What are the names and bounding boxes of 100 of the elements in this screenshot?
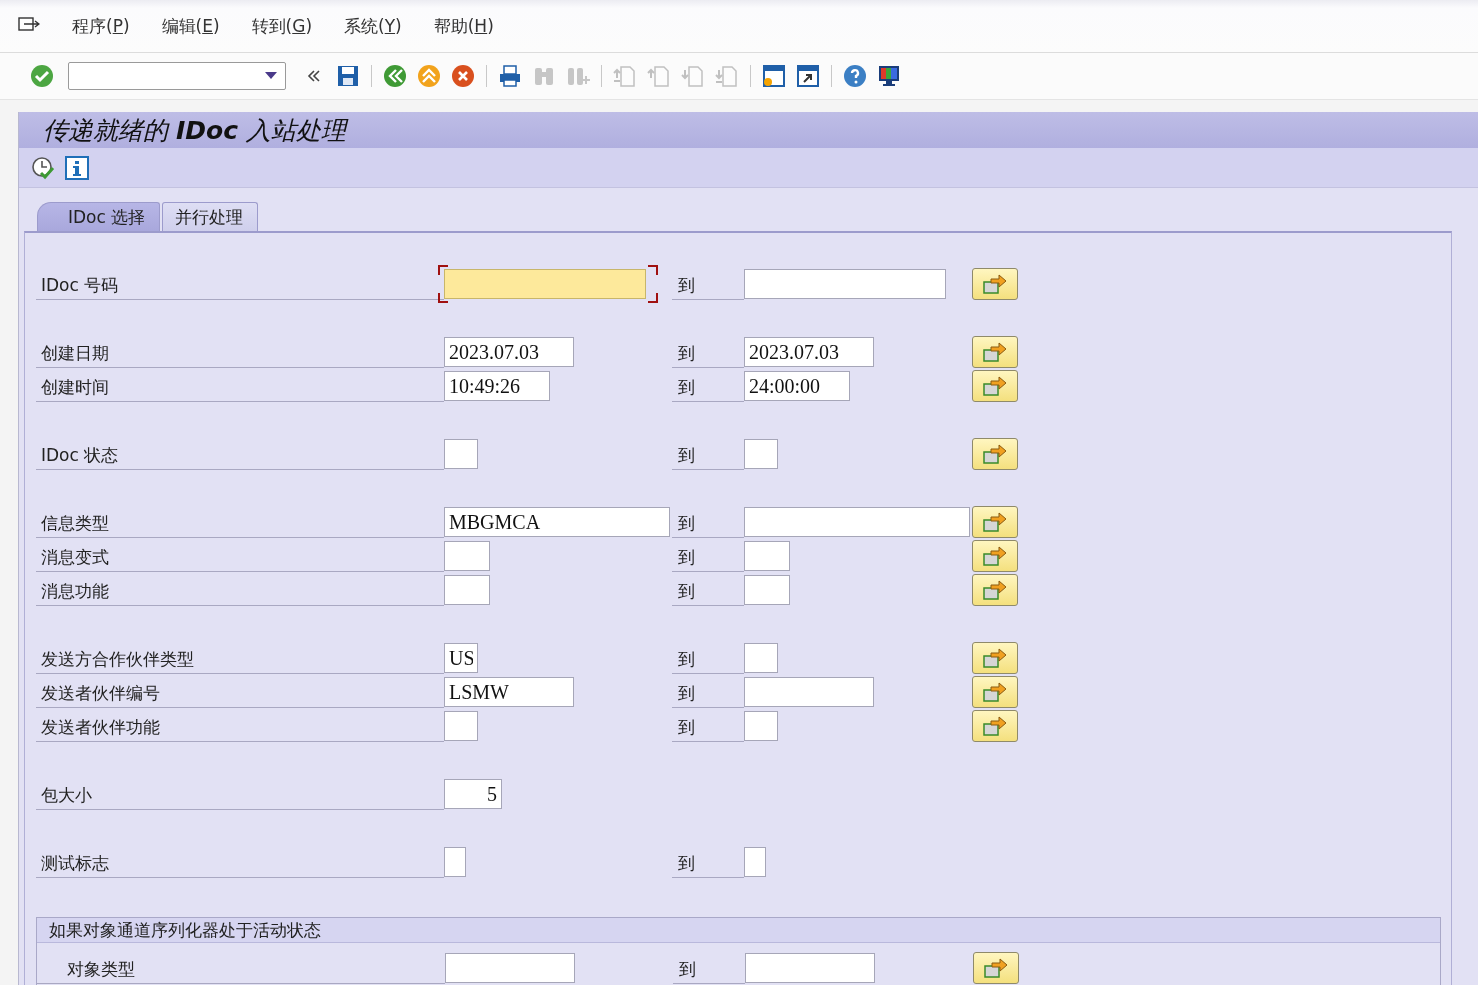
multiple-selection-icon	[982, 715, 1008, 737]
range-label: 到	[678, 851, 695, 875]
menu-item[interactable]: 帮助(H)	[433, 14, 494, 38]
menu-item[interactable]: 程序(P)	[72, 14, 130, 38]
input-field[interactable]: 5	[444, 779, 502, 809]
input-field[interactable]	[744, 677, 874, 707]
input-field[interactable]	[744, 711, 778, 741]
input-field[interactable]: 2023.07.03	[744, 337, 874, 367]
menu-item[interactable]: 转到(G)	[251, 14, 313, 38]
page-down-icon	[715, 64, 739, 88]
input-field[interactable]	[444, 541, 490, 571]
menu-item[interactable]: 系统(Y)	[344, 14, 402, 38]
cancel-icon	[451, 64, 475, 88]
input-field[interactable]	[744, 575, 790, 605]
field-label: 创建时间	[41, 375, 109, 399]
input-field[interactable]	[744, 269, 946, 299]
input-field[interactable]: MBGMCA	[444, 507, 670, 537]
multiple-selection-button[interactable]	[972, 676, 1018, 708]
field-label: 消息功能	[41, 579, 109, 603]
range-label: 到	[678, 579, 695, 603]
multiple-selection-button[interactable]	[972, 438, 1018, 470]
multiple-selection-button[interactable]	[972, 642, 1018, 674]
input-field[interactable]	[744, 541, 790, 571]
double-chevron-icon	[307, 69, 321, 83]
save-icon	[336, 64, 360, 88]
input-field[interactable]: US	[444, 643, 478, 673]
input-field[interactable]: 2023.07.03	[444, 337, 574, 367]
shortcut-icon	[796, 64, 820, 88]
field-label: IDoc 状态	[41, 443, 119, 467]
range-label: 到	[678, 375, 695, 399]
focus-corner-icon	[648, 293, 658, 303]
field-label: 创建日期	[41, 341, 109, 365]
field-label: IDoc 号码	[41, 273, 119, 297]
range-label: 到	[678, 545, 695, 569]
exit-icon	[417, 64, 441, 88]
input-field[interactable]	[444, 439, 478, 469]
range-label: 到	[678, 341, 695, 365]
input-field[interactable]	[744, 847, 766, 877]
page-up-icon	[647, 64, 671, 88]
multiple-selection-button[interactable]	[972, 710, 1018, 742]
input-field[interactable]	[444, 269, 646, 299]
page-down-icon	[681, 64, 705, 88]
page-up-icon	[613, 64, 637, 88]
input-field[interactable]: 24:00:00	[744, 371, 850, 401]
field-label: 发送方合作伙伴类型	[41, 647, 194, 671]
tab[interactable]: IDoc 选择	[37, 202, 161, 231]
multiple-selection-icon	[983, 957, 1009, 979]
range-label: 到	[679, 957, 696, 981]
check-icon	[30, 64, 54, 88]
range-label: 到	[678, 681, 695, 705]
range-label: 到	[678, 511, 695, 535]
multiple-selection-icon	[982, 545, 1008, 567]
field-label: 测试标志	[41, 851, 109, 875]
field-label: 发送者伙伴功能	[41, 715, 160, 739]
multiple-selection-button[interactable]	[972, 268, 1018, 300]
multiple-selection-button[interactable]	[972, 506, 1018, 538]
section-title: 如果对象通道序列化器处于活动状态	[49, 918, 321, 942]
input-field[interactable]	[744, 643, 778, 673]
range-label: 到	[678, 715, 695, 739]
command-field[interactable]	[68, 62, 286, 90]
field-label: 发送者伙伴编号	[41, 681, 160, 705]
multiple-selection-icon	[982, 511, 1008, 533]
range-label: 到	[678, 273, 695, 297]
multiple-selection-button[interactable]	[972, 370, 1018, 402]
input-field[interactable]	[745, 953, 875, 983]
new-window-icon	[762, 64, 786, 88]
multiple-selection-icon	[982, 273, 1008, 295]
info-icon	[65, 155, 89, 180]
multiple-selection-button[interactable]	[973, 952, 1019, 984]
monitor-icon	[877, 64, 901, 88]
input-field[interactable]	[744, 507, 970, 537]
multiple-selection-icon	[982, 579, 1008, 601]
dropdown-caret-icon	[265, 72, 277, 80]
range-label: 到	[678, 443, 695, 467]
field-label: 信息类型	[41, 511, 109, 535]
input-field[interactable]	[444, 575, 490, 605]
range-label: 到	[678, 647, 695, 671]
field-label: 消息变式	[41, 545, 109, 569]
tab[interactable]: 并行处理	[162, 202, 259, 231]
input-field[interactable]: LSMW	[444, 677, 574, 707]
input-field[interactable]	[444, 847, 466, 877]
multiple-selection-icon	[982, 341, 1008, 363]
multiple-selection-icon	[982, 375, 1008, 397]
execute-icon	[31, 155, 55, 180]
field-label: 对象类型	[67, 957, 135, 981]
field-label: 包大小	[41, 783, 92, 807]
multiple-selection-icon	[982, 647, 1008, 669]
input-field[interactable]	[744, 439, 778, 469]
input-field[interactable]	[445, 953, 575, 983]
input-field[interactable]	[444, 711, 478, 741]
multiple-selection-icon	[982, 681, 1008, 703]
input-field[interactable]: 10:49:26	[444, 371, 550, 401]
multiple-selection-icon	[982, 443, 1008, 465]
help-icon	[843, 64, 867, 88]
menu-item[interactable]: 编辑(E)	[161, 14, 220, 38]
multiple-selection-button[interactable]	[972, 574, 1018, 606]
multiple-selection-button[interactable]	[972, 336, 1018, 368]
back-icon	[383, 64, 407, 88]
focus-corner-icon	[648, 265, 658, 275]
multiple-selection-button[interactable]	[972, 540, 1018, 572]
